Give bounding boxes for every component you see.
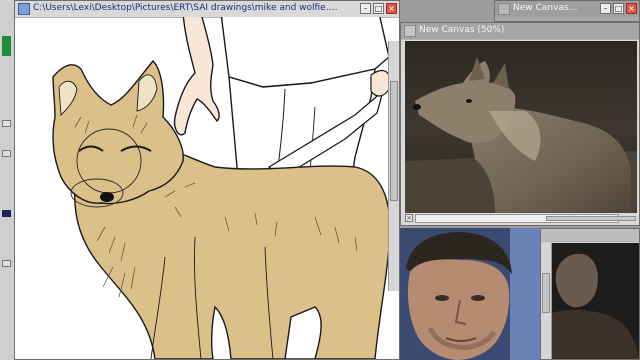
- sai-window-title: C:\Users\Lexi\Desktop\Pictures\ERT\SAI d…: [33, 3, 339, 13]
- minimize-button[interactable]: –: [360, 3, 371, 14]
- bottom-right-titlebar[interactable]: [541, 229, 639, 242]
- wolf-window-title: New Canvas (50%): [419, 25, 505, 35]
- wolf-window-close-button[interactable]: ×: [405, 214, 413, 222]
- man-eye: [435, 295, 449, 301]
- left-tool-strip: [0, 0, 15, 360]
- sai-titlebar[interactable]: C:\Users\Lexi\Desktop\Pictures\ERT\SAI d…: [15, 1, 399, 18]
- drawing-canvas[interactable]: [15, 17, 399, 359]
- top-right-titlebar[interactable]: New Canvas (50%) – □ ×: [495, 1, 639, 17]
- man-reference-image: [400, 228, 540, 360]
- tool-item[interactable]: [2, 120, 11, 127]
- bottom-right-canvas-window: [540, 228, 640, 360]
- top-right-window-title: New Canvas (50%): [513, 3, 579, 13]
- tool-item[interactable]: [2, 150, 11, 157]
- bottom-right-vscroll[interactable]: [541, 243, 552, 359]
- tool-item[interactable]: [2, 36, 11, 56]
- figure-arm: [173, 17, 220, 136]
- close-button[interactable]: ×: [386, 3, 397, 14]
- tool-item[interactable]: [2, 260, 11, 267]
- app-icon: [404, 25, 416, 37]
- scrollbar-thumb[interactable]: [546, 216, 636, 221]
- maximize-button[interactable]: □: [613, 3, 624, 14]
- wolf-window-titlebar[interactable]: New Canvas (50%): [401, 23, 639, 40]
- wolf-eye: [466, 99, 472, 103]
- minimize-button[interactable]: –: [600, 3, 611, 14]
- wolf-reference-image: [405, 41, 637, 213]
- scrollbar-thumb[interactable]: [542, 273, 550, 313]
- horizontal-scrollbar[interactable]: [415, 214, 636, 223]
- wolf-reference-window: New Canvas (50%) ×: [400, 22, 640, 226]
- tool-item[interactable]: [2, 210, 11, 217]
- top-right-canvas-window: New Canvas (50%) – □ ×: [494, 0, 640, 22]
- sai-canvas-window: C:\Users\Lexi\Desktop\Pictures\ERT\SAI d…: [14, 0, 400, 360]
- bottom-right-reference-image: [552, 243, 639, 359]
- app-icon: [18, 3, 30, 15]
- close-button[interactable]: ×: [626, 3, 637, 14]
- man-eye: [471, 295, 485, 301]
- fox-nose: [100, 192, 114, 202]
- scrollbar-thumb[interactable]: [390, 81, 398, 201]
- app-icon: [498, 3, 510, 15]
- vertical-scrollbar[interactable]: [388, 41, 399, 291]
- wolf-nose: [413, 104, 421, 110]
- maximize-button[interactable]: □: [373, 3, 384, 14]
